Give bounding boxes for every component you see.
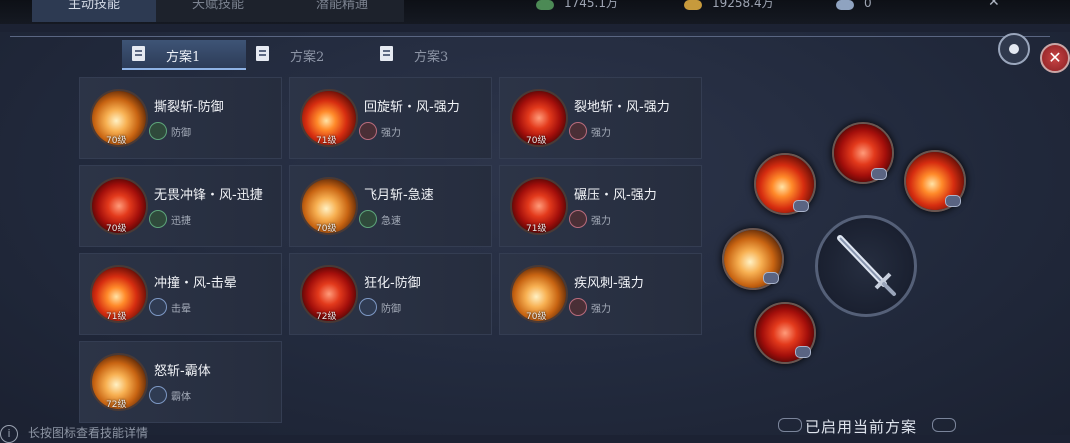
- skill-name: 怒斩-霸体: [154, 364, 211, 379]
- document-icon: [256, 46, 269, 61]
- defense-icon: [359, 298, 377, 316]
- skill-level: 72级: [316, 312, 337, 322]
- power-icon: [569, 298, 587, 316]
- plan-tab-label: 方案1: [166, 50, 201, 65]
- skill-card[interactable]: 72级 怒斩-霸体 霸体: [79, 341, 282, 423]
- skill-card[interactable]: 70级 飞月斩-急速 急速: [289, 165, 492, 247]
- skill-card[interactable]: 72级 狂化-防御 防御: [289, 253, 492, 335]
- skill-name: 狂化-防御: [364, 276, 421, 291]
- swift-icon: [149, 210, 167, 228]
- sword-icon[interactable]: [815, 215, 917, 317]
- skill-name: 撕裂斩-防御: [154, 100, 224, 115]
- ornament-icon: [932, 418, 956, 432]
- slot-badge-icon: [871, 168, 887, 180]
- skill-card[interactable]: 71级 回旋斩・风-强力 强力: [289, 77, 492, 159]
- slot-badge-icon: [945, 195, 961, 207]
- skill-level: 71级: [316, 136, 337, 146]
- jade-currency-icon: [536, 0, 554, 10]
- super-armor-icon: [149, 386, 167, 404]
- skill-level: 71级: [106, 312, 127, 322]
- toggle-view-button[interactable]: [998, 33, 1030, 65]
- skill-name: 碾压・风-强力: [574, 188, 657, 203]
- skill-card[interactable]: 71级 碾压・风-强力 强力: [499, 165, 702, 247]
- skill-attribute: 霸体: [171, 392, 191, 403]
- skill-attribute: 防御: [381, 304, 401, 315]
- gold-value: 19258.4万: [712, 0, 774, 10]
- skill-attribute: 急速: [381, 216, 401, 227]
- skill-level: 70级: [526, 312, 547, 322]
- tab-potential-mastery[interactable]: 潜能精通: [280, 0, 404, 22]
- jade-value: 1745.1万: [564, 0, 618, 10]
- gold-coin-icon: [684, 0, 702, 10]
- power-icon: [569, 122, 587, 140]
- skill-name: 疾风刺-强力: [574, 276, 644, 291]
- skill-level: 71级: [526, 224, 547, 234]
- plan-active-status: 已启用当前方案: [805, 418, 918, 436]
- slot-badge-icon: [763, 272, 779, 284]
- plan-tab-label: 方案2: [290, 50, 325, 65]
- skill-level: 70级: [316, 224, 337, 234]
- close-top-icon[interactable]: ✕: [988, 0, 1012, 10]
- skill-attribute: 强力: [591, 216, 611, 227]
- haste-icon: [359, 210, 377, 228]
- skill-name: 裂地斩・风-强力: [574, 100, 670, 115]
- slot-badge-icon: [793, 200, 809, 212]
- ornament-icon: [778, 418, 802, 432]
- skill-card[interactable]: 70级 裂地斩・风-强力 强力: [499, 77, 702, 159]
- gold-resource: 19258.4万: [684, 0, 774, 18]
- top-tab-bar: 主动技能 天赋技能 潜能精通 1745.1万 19258.4万 0 ✕: [0, 0, 1070, 24]
- power-icon: [359, 122, 377, 140]
- document-icon: [132, 46, 145, 61]
- power-icon: [569, 210, 587, 228]
- shield-icon: [149, 122, 167, 140]
- skill-card[interactable]: 70级 撕裂斩-防御 防御: [79, 77, 282, 159]
- skill-card[interactable]: 71级 冲撞・风-击晕 击晕: [79, 253, 282, 335]
- panel-divider: [10, 36, 1050, 37]
- plan-tab-3[interactable]: 方案3: [370, 40, 494, 68]
- info-icon: i: [0, 425, 18, 443]
- silver-ingot-icon: [836, 0, 854, 10]
- skill-level: 70级: [106, 224, 127, 234]
- long-press-hint: 长按图标查看技能详情: [28, 426, 149, 440]
- jade-resource: 1745.1万: [536, 0, 618, 18]
- skill-level: 70级: [106, 136, 127, 146]
- silver-resource: 0: [836, 0, 872, 18]
- slot-badge-icon: [795, 346, 811, 358]
- tab-talent-skills[interactable]: 天赋技能: [156, 0, 280, 22]
- skill-level: 72级: [106, 400, 127, 410]
- skill-attribute: 强力: [591, 128, 611, 139]
- skill-card[interactable]: 70级 无畏冲锋・风-迅捷 迅捷: [79, 165, 282, 247]
- stun-icon: [149, 298, 167, 316]
- skill-name: 回旋斩・风-强力: [364, 100, 460, 115]
- skill-name: 飞月斩-急速: [364, 188, 434, 203]
- plan-tab-label: 方案3: [414, 50, 449, 65]
- document-icon: [380, 46, 393, 61]
- tab-active-skills[interactable]: 主动技能: [32, 0, 156, 22]
- skill-attribute: 迅捷: [171, 216, 191, 227]
- close-icon[interactable]: ✕: [1040, 43, 1070, 73]
- skill-card[interactable]: 70级 疾风刺-强力 强力: [499, 253, 702, 335]
- skill-level: 70级: [526, 136, 547, 146]
- plan-tab-1[interactable]: 方案1: [122, 40, 246, 70]
- silver-value: 0: [864, 0, 872, 10]
- skill-attribute: 击晕: [171, 304, 191, 315]
- skill-attribute: 强力: [381, 128, 401, 139]
- skill-attribute: 防御: [171, 128, 191, 139]
- skill-name: 冲撞・风-击晕: [154, 276, 237, 291]
- skill-attribute: 强力: [591, 304, 611, 315]
- skill-name: 无畏冲锋・风-迅捷: [154, 188, 263, 203]
- plan-tab-2[interactable]: 方案2: [246, 40, 370, 68]
